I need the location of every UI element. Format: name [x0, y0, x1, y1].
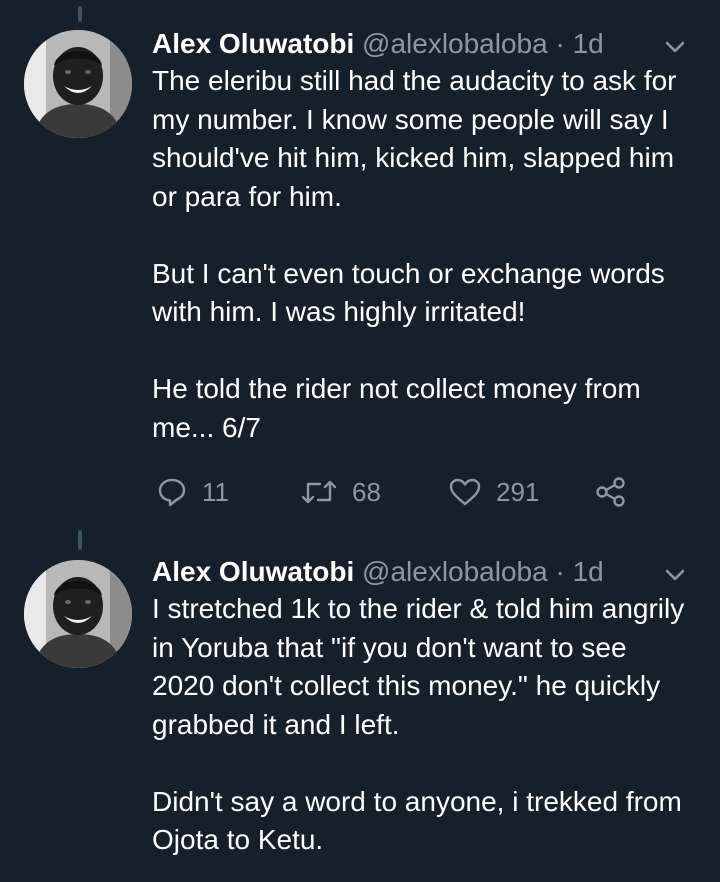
retweet-count: 68 — [352, 476, 381, 507]
separator: · — [555, 556, 565, 587]
share-button[interactable] — [594, 472, 628, 512]
reply-button[interactable]: 11 — [156, 472, 229, 512]
avatar[interactable] — [24, 560, 132, 668]
author-name[interactable]: Alex Oluwatobi — [152, 556, 354, 587]
reply-icon — [158, 478, 186, 507]
author-handle[interactable]: @alexlobaloba — [362, 28, 548, 59]
tweet-text: I stretched 1k to the rider & told him a… — [152, 593, 685, 855]
retweet-button[interactable]: 68 — [300, 472, 381, 512]
tweet-actions: 11 68 291 — [152, 472, 652, 512]
separator: · — [555, 28, 565, 59]
like-button[interactable]: 291 — [448, 472, 539, 512]
tweet[interactable]: Alex Oluwatobi @alexlobaloba · 1d I stre… — [0, 530, 720, 882]
chevron-down-icon[interactable] — [660, 560, 690, 590]
thread-line — [78, 6, 82, 22]
author-name[interactable]: Alex Oluwatobi — [152, 28, 354, 59]
tweet-text: The eleribu still had the audacity to as… — [152, 65, 677, 443]
retweet-icon — [301, 480, 337, 504]
like-icon — [449, 478, 481, 506]
thread-line — [78, 530, 82, 550]
chevron-down-icon[interactable] — [660, 32, 690, 62]
share-icon — [596, 477, 625, 507]
like-count: 291 — [496, 476, 540, 507]
tweet[interactable]: Alex Oluwatobi @alexlobaloba · 1d The el… — [0, 0, 720, 540]
tweet-header: Alex Oluwatobi @alexlobaloba · 1d — [152, 26, 690, 62]
reply-count: 11 — [202, 476, 229, 507]
timestamp[interactable]: 1d — [573, 556, 604, 587]
tweet-content: Alex Oluwatobi @alexlobaloba · 1d I stre… — [152, 554, 690, 860]
author-handle[interactable]: @alexlobaloba — [362, 556, 548, 587]
tweet-header: Alex Oluwatobi @alexlobaloba · 1d — [152, 554, 690, 590]
tweet-content: Alex Oluwatobi @alexlobaloba · 1d The el… — [152, 26, 690, 447]
avatar[interactable] — [24, 30, 132, 138]
timestamp[interactable]: 1d — [573, 28, 604, 59]
